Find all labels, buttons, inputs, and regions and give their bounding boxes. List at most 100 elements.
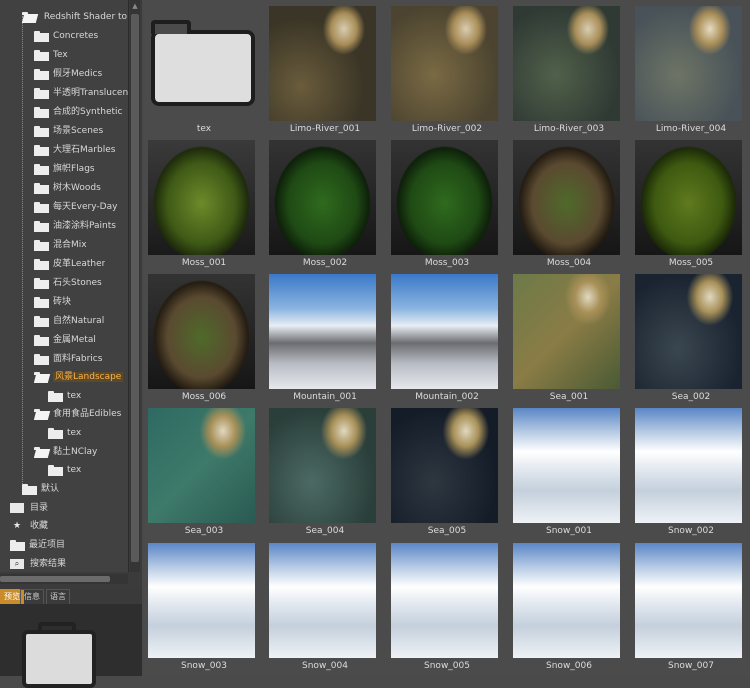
thumbnail-item[interactable]: Moss_004 [510, 134, 622, 268]
tree-item[interactable]: tex [48, 461, 81, 479]
thumbnail-item[interactable]: Limo-River_002 [388, 0, 500, 134]
thumbnail-item[interactable]: Moss_003 [388, 134, 500, 268]
tree-special-label: 最近项目 [29, 540, 66, 550]
tab-language[interactable]: 语言 [46, 589, 70, 605]
material-preview-image [391, 408, 498, 523]
thumbnail-item[interactable]: Snow_007 [632, 537, 744, 671]
tree-item[interactable]: ▼食用食品Edibles [34, 405, 121, 423]
scrollbar-thumb[interactable] [131, 14, 139, 562]
thumbnail-item[interactable]: Mountain_001 [266, 268, 378, 402]
thumbnail-item[interactable]: Moss_002 [266, 134, 378, 268]
tab-info[interactable]: 信息 [20, 589, 44, 605]
thumbnail-item[interactable]: Sea_004 [266, 402, 378, 536]
material-preview-image [635, 6, 742, 121]
tree-item[interactable]: ▶油漆涂料Paints [34, 217, 116, 235]
folder-icon [34, 258, 49, 270]
tree-special-favorites[interactable]: ★ 收藏 [10, 517, 48, 535]
tree-item-label: tex [67, 391, 82, 401]
tree-item[interactable]: tex [48, 387, 81, 405]
thumbnail-caption: Sea_005 [427, 526, 467, 536]
thumbnail-item[interactable]: Moss_005 [632, 134, 744, 268]
tree-special-recent[interactable]: 最近项目 [10, 536, 65, 554]
thumbnail-item[interactable]: Snow_003 [145, 537, 257, 671]
material-preview-image [269, 140, 376, 255]
material-preview-image [513, 543, 620, 658]
material-preview-image [513, 274, 620, 389]
thumbnail-item[interactable]: Sea_001 [510, 268, 622, 402]
tree-item[interactable]: Concretes [34, 27, 98, 45]
folder-icon [34, 277, 49, 289]
tree-item-label: 皮革Leather [53, 259, 106, 269]
tree-item-label: 风景Landscape [53, 372, 124, 382]
tree-item-label: 自然Natural [53, 316, 105, 326]
tree-item[interactable]: ▶混合Mix [34, 236, 87, 254]
thumbnail-item[interactable]: tex [145, 0, 257, 134]
scroll-up-icon[interactable]: ▲ [131, 2, 139, 10]
thumbnail-item[interactable]: Limo-River_004 [632, 0, 744, 134]
thumbnail-caption: Snow_005 [424, 661, 470, 671]
scrollbar-thumb[interactable] [0, 576, 110, 582]
tree-item[interactable]: ▶金属Metal [34, 331, 96, 349]
tree-item-label: 混合Mix [53, 240, 87, 250]
tree-item-label: 砖块 [53, 297, 72, 307]
tree-item[interactable]: 默认 [22, 480, 59, 498]
folder-open-icon [34, 408, 49, 420]
tree-item[interactable]: ▶石头Stones [34, 274, 102, 292]
tree-item[interactable]: ▶面料Fabrics [34, 350, 102, 368]
horizontal-scrollbar[interactable] [0, 574, 128, 584]
tree-item[interactable]: ▼黏土NClay [34, 443, 97, 461]
folder-icon [48, 390, 63, 402]
thumbnail-item[interactable]: Snow_006 [510, 537, 622, 671]
tree-special-search[interactable]: ⌕ 搜索结果 [10, 555, 66, 572]
thumbnail-caption: Mountain_001 [293, 392, 357, 402]
thumbnail-grid: tex Limo-River_001 Limo-River_002 Limo-Rive… [145, 0, 750, 676]
thumbnail-item[interactable]: Snow_002 [632, 402, 744, 536]
tree-item-selected[interactable]: ▼风景Landscape [34, 368, 124, 386]
left-panel: ▼ Redshift Shader to C Concretes Tex ▶假牙… [0, 0, 142, 688]
thumbnail-item[interactable]: Snow_005 [388, 537, 500, 671]
tree-item[interactable]: ▶树木Woods [34, 179, 101, 197]
book-icon [10, 503, 24, 513]
folder-tree[interactable]: ▼ Redshift Shader to C Concretes Tex ▶假牙… [0, 0, 129, 572]
folder-icon [34, 144, 49, 156]
vertical-scrollbar[interactable]: ▲ [130, 0, 140, 572]
thumbnail-item[interactable]: Moss_006 [145, 268, 257, 402]
thumbnail-item[interactable]: Snow_004 [266, 537, 378, 671]
material-preview-image [269, 543, 376, 658]
thumbnail-item[interactable]: Sea_005 [388, 402, 500, 536]
folder-icon [34, 315, 49, 327]
tree-item-label: 树木Woods [53, 183, 101, 193]
thumbnail-item[interactable]: Mountain_002 [388, 268, 500, 402]
thumbnail-caption: Sea_003 [184, 526, 224, 536]
thumbnail-item[interactable]: Sea_003 [145, 402, 257, 536]
tree-item-label: Tex [53, 50, 68, 60]
folder-icon [34, 220, 49, 232]
folder-icon [48, 427, 63, 439]
tree-item[interactable]: tex [48, 424, 81, 442]
folder-icon [34, 353, 49, 365]
tree-special-catalog[interactable]: 目录 [10, 499, 48, 517]
tree-item[interactable]: ▶半透明Translucen [34, 84, 128, 102]
thumbnail-item[interactable]: Snow_001 [510, 402, 622, 536]
tree-item[interactable]: ▶砖块 [34, 293, 71, 311]
thumbnail-item[interactable]: Moss_001 [145, 134, 257, 268]
thumbnail-item[interactable]: Limo-River_003 [510, 0, 622, 134]
thumbnail-item[interactable]: Sea_002 [632, 268, 744, 402]
material-preview-image [513, 140, 620, 255]
tree-item[interactable]: ▶大理石Marbles [34, 141, 115, 159]
thumbnail-item[interactable]: Limo-River_001 [266, 0, 378, 134]
tree-item[interactable]: ▶自然Natural [34, 312, 104, 330]
tree-item[interactable]: ▶合成的Synthetic [34, 103, 123, 121]
tree-item[interactable]: ▶旗帜Flags [34, 160, 95, 178]
tree-item[interactable]: ▶皮革Leather [34, 255, 105, 273]
preview-pane [0, 604, 142, 688]
folder-icon [34, 201, 49, 213]
tree-root[interactable]: ▼ Redshift Shader to C [22, 8, 128, 26]
thumbnail-caption: Snow_004 [302, 661, 348, 671]
tree-item[interactable]: ▶场景Scenes [34, 122, 103, 140]
tree-item-label: 每天Every-Day [53, 202, 118, 212]
material-preview-image [635, 408, 742, 523]
tree-item[interactable]: ▶假牙Medics [34, 65, 102, 83]
tree-item[interactable]: ▶每天Every-Day [34, 198, 117, 216]
tree-item[interactable]: Tex [34, 46, 68, 64]
